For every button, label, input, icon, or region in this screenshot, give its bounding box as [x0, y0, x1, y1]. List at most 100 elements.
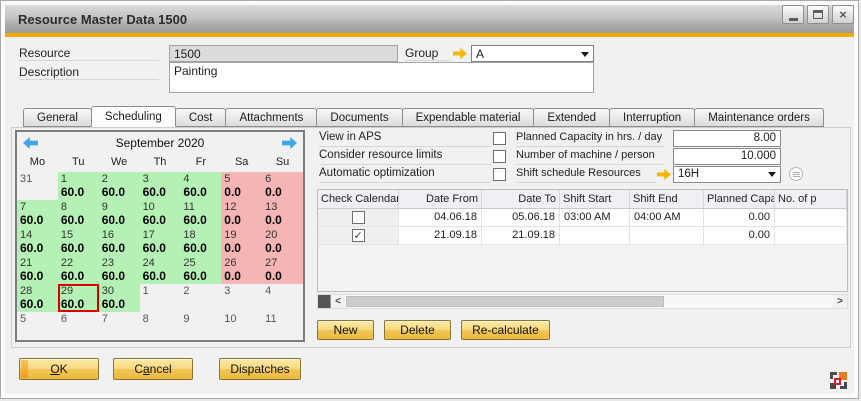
- cell-shift-end[interactable]: [630, 227, 704, 244]
- calendar-cell-5-off[interactable]: 50.0: [221, 172, 262, 200]
- cell-no-of-p[interactable]: [775, 209, 847, 226]
- shift-schedule-link-arrow-icon[interactable]: [657, 169, 671, 180]
- column-header-date-to[interactable]: Date To: [482, 190, 560, 208]
- tab-interruption[interactable]: Interruption: [609, 108, 695, 127]
- calendar-cell-8-work[interactable]: 860.0: [58, 200, 99, 228]
- scroll-right-button[interactable]: >: [833, 295, 847, 308]
- calendar-cell-29-work[interactable]: 2960.0: [58, 284, 99, 312]
- row-2-check-calendar-checkbox[interactable]: [352, 229, 365, 242]
- cell-date-from[interactable]: 04.06.18: [399, 209, 482, 226]
- column-header-shift-end[interactable]: Shift End: [630, 190, 704, 208]
- cell-date-to[interactable]: 05.06.18: [482, 209, 560, 226]
- column-header-date-from[interactable]: Date From: [399, 190, 482, 208]
- tab-documents[interactable]: Documents: [316, 108, 402, 127]
- cell-date-to[interactable]: 21.09.18: [482, 227, 560, 244]
- maximize-button[interactable]: [807, 5, 829, 24]
- cell-planned-capacity[interactable]: 0.00: [704, 209, 775, 226]
- calendar-cell-5-other[interactable]: 5: [17, 312, 58, 340]
- calendar-cell-23-work[interactable]: 2360.0: [99, 256, 140, 284]
- calendar-cell-7-work[interactable]: 760.0: [17, 200, 58, 228]
- cell-shift-end[interactable]: 04:00 AM: [630, 209, 704, 226]
- calendar-next-button[interactable]: [282, 137, 297, 149]
- column-header-shift-start[interactable]: Shift Start: [560, 190, 630, 208]
- calendar-cell-31-other[interactable]: 31: [17, 172, 58, 200]
- link-arrow-icon[interactable]: [453, 48, 467, 59]
- tab-expendable-material[interactable]: Expendable material: [402, 108, 535, 127]
- calendar-cell-20-off[interactable]: 200.0: [262, 228, 303, 256]
- calendar-cell-19-off[interactable]: 190.0: [221, 228, 262, 256]
- column-header-planned-capacity[interactable]: Planned Capacity: [704, 190, 775, 208]
- calendar-cell-17-work[interactable]: 1760.0: [140, 228, 181, 256]
- calendar-cell-13-off[interactable]: 130.0: [262, 200, 303, 228]
- scrollbar-thumb[interactable]: [346, 296, 664, 307]
- tab-attachments[interactable]: Attachments: [225, 108, 317, 127]
- group-select[interactable]: A: [471, 45, 594, 62]
- column-header-check-calendar[interactable]: Check Calendar: [318, 190, 399, 208]
- calendar-cell-11-other[interactable]: 11: [262, 312, 303, 340]
- scrollbar-split-box[interactable]: [318, 295, 331, 308]
- calendar-cell-4-other[interactable]: 4: [262, 284, 303, 312]
- calendar-cell-1-other[interactable]: 1: [140, 284, 181, 312]
- calendar-cell-26-off[interactable]: 260.0: [221, 256, 262, 284]
- tab-maintenance-orders[interactable]: Maintenance orders: [694, 108, 824, 127]
- calendar-cell-27-off[interactable]: 270.0: [262, 256, 303, 284]
- calendar-cell-28-work[interactable]: 2860.0: [17, 284, 58, 312]
- calendar-cell-8-other[interactable]: 8: [140, 312, 181, 340]
- form-settings-icon[interactable]: [830, 372, 847, 389]
- calendar-cell-18-work[interactable]: 1860.0: [180, 228, 221, 256]
- automatic-optimization-checkbox[interactable]: [493, 168, 506, 181]
- delete-button[interactable]: Delete: [384, 320, 451, 340]
- calendar-cell-12-off[interactable]: 120.0: [221, 200, 262, 228]
- calendar-cell-14-work[interactable]: 1460.0: [17, 228, 58, 256]
- calendar-cell-22-work[interactable]: 2260.0: [58, 256, 99, 284]
- scroll-left-button[interactable]: <: [331, 295, 345, 308]
- tab-general[interactable]: General: [23, 108, 92, 127]
- calendar-prev-button[interactable]: [23, 137, 38, 149]
- calendar-cell-30-work[interactable]: 3060.0: [99, 284, 140, 312]
- planned-capacity-field[interactable]: 8.00: [673, 130, 781, 147]
- dispatches-button[interactable]: Dispatches: [219, 358, 301, 380]
- calendar-cell-6-other[interactable]: 6: [58, 312, 99, 340]
- column-header-no-of-p[interactable]: No. of p: [775, 190, 847, 208]
- cell-shift-start[interactable]: 03:00 AM: [560, 209, 630, 226]
- calendar-cell-3-work[interactable]: 360.0: [140, 172, 181, 200]
- shift-schedule-select[interactable]: 16H: [673, 166, 781, 183]
- calendar-cell-10-other[interactable]: 10: [221, 312, 262, 340]
- calendar-cell-6-off[interactable]: 60.0: [262, 172, 303, 200]
- calendar-cell-21-work[interactable]: 2160.0: [17, 256, 58, 284]
- calendar-cell-9-work[interactable]: 960.0: [99, 200, 140, 228]
- calendar-cell-10-work[interactable]: 1060.0: [140, 200, 181, 228]
- scrollbar-track[interactable]: [345, 295, 833, 308]
- calendar-cell-3-other[interactable]: 3: [221, 284, 262, 312]
- tab-scheduling[interactable]: Scheduling: [91, 106, 176, 127]
- tab-extended[interactable]: Extended: [533, 108, 610, 127]
- calendar-cell-2-work[interactable]: 260.0: [99, 172, 140, 200]
- calendar-cell-1-work[interactable]: 160.0: [58, 172, 99, 200]
- row-1-check-calendar-checkbox[interactable]: [352, 211, 365, 224]
- cell-planned-capacity[interactable]: 0.00: [704, 227, 775, 244]
- calendar-cell-9-other[interactable]: 9: [180, 312, 221, 340]
- new-button[interactable]: New: [317, 320, 374, 340]
- cancel-button[interactable]: Cancel: [113, 358, 193, 380]
- cell-no-of-p[interactable]: [775, 227, 847, 244]
- list-menu-icon[interactable]: [789, 167, 803, 181]
- calendar-cell-7-other[interactable]: 7: [99, 312, 140, 340]
- machine-person-field[interactable]: 10.000: [673, 148, 781, 165]
- ok-button[interactable]: OK: [19, 358, 99, 380]
- description-textarea[interactable]: Painting: [169, 62, 594, 93]
- resource-input[interactable]: 1500: [169, 45, 398, 62]
- calendar-cell-16-work[interactable]: 1660.0: [99, 228, 140, 256]
- calendar-cell-4-work[interactable]: 460.0: [180, 172, 221, 200]
- cell-shift-start[interactable]: [560, 227, 630, 244]
- calendar-cell-24-work[interactable]: 2460.0: [140, 256, 181, 284]
- close-button[interactable]: ×: [832, 5, 854, 24]
- minimize-button[interactable]: [782, 5, 804, 24]
- calendar-cell-15-work[interactable]: 1560.0: [58, 228, 99, 256]
- re-calculate-button[interactable]: Re-calculate: [461, 320, 550, 340]
- calendar-cell-11-work[interactable]: 1160.0: [180, 200, 221, 228]
- cell-date-from[interactable]: 21.09.18: [399, 227, 482, 244]
- calendar-cell-2-other[interactable]: 2: [180, 284, 221, 312]
- calendar-cell-25-work[interactable]: 2560.0: [180, 256, 221, 284]
- view-in-aps-checkbox[interactable]: [493, 132, 506, 145]
- consider-resource-limits-checkbox[interactable]: [493, 150, 506, 163]
